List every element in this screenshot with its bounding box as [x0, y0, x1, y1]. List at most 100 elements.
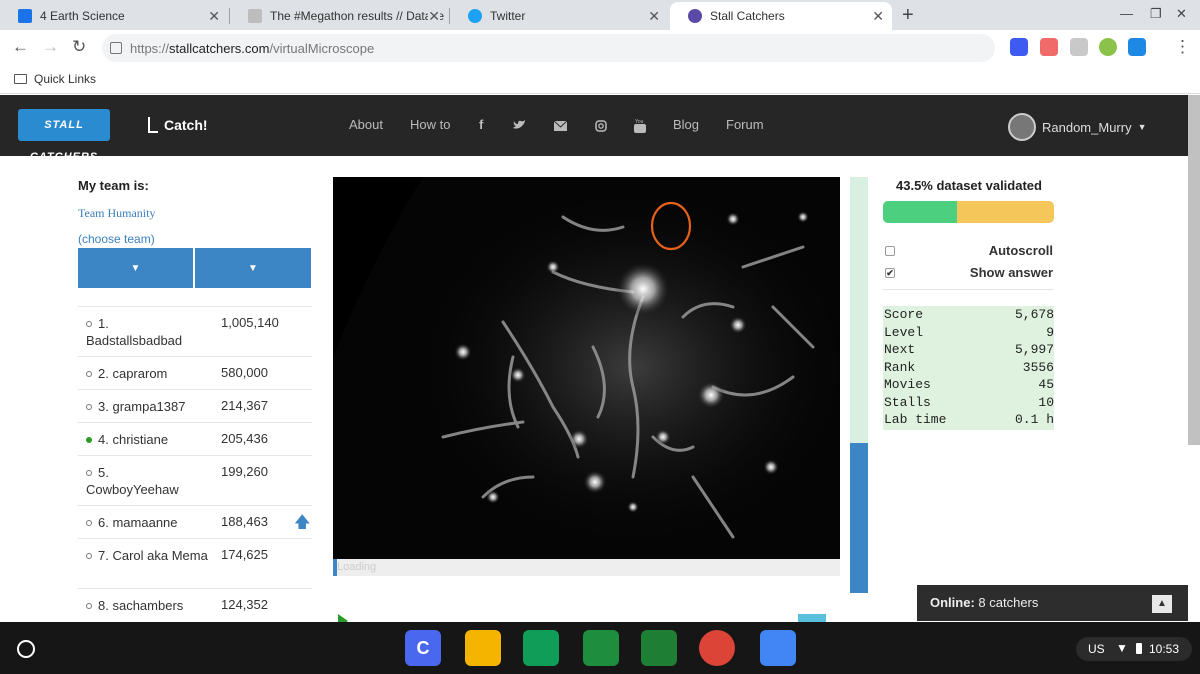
- slides-app-icon[interactable]: [465, 630, 501, 666]
- close-tab-icon[interactable]: ✕: [208, 8, 220, 25]
- instagram-icon[interactable]: [595, 120, 607, 132]
- docs-app-icon[interactable]: [760, 630, 796, 666]
- leaderboard-rank: 5.: [98, 465, 109, 480]
- validation-progress-fill: [883, 201, 958, 223]
- user-menu[interactable]: Random_Murry ▼: [1008, 113, 1147, 141]
- extension-icon[interactable]: [1128, 38, 1146, 56]
- leaderboard-row: 6. mamaanne 188,463 🡅: [78, 505, 312, 538]
- tab-twitter[interactable]: Twitter ✕: [450, 2, 668, 30]
- stat-row: Next 5,997: [884, 342, 1054, 359]
- autoscroll-label: Autoscroll: [988, 243, 1053, 258]
- svg-text:You: You: [635, 119, 644, 125]
- stat-value: 0.1 h: [1014, 412, 1054, 427]
- leaderboard-dropdown-1[interactable]: ▼: [78, 248, 193, 288]
- site-navbar: STALL CATCHERS Catch! About How to f You…: [0, 95, 1200, 163]
- chrome-app-icon[interactable]: [699, 630, 735, 666]
- menu-icon[interactable]: ⋮: [1174, 37, 1191, 57]
- tab-megathon[interactable]: The #Megathon results // Datase ✕: [230, 2, 448, 30]
- leaderboard-score: 580,000: [221, 365, 268, 380]
- team-name-link[interactable]: Team Humanity: [78, 206, 155, 221]
- extension-icon[interactable]: [1040, 38, 1058, 56]
- online-count: 8 catchers: [978, 595, 1039, 610]
- stall-catchers-logo[interactable]: STALL CATCHERS: [18, 109, 110, 163]
- nav-how-to[interactable]: How to: [410, 117, 450, 132]
- stat-row: Level 9: [884, 325, 1054, 342]
- reload-icon[interactable]: ↻: [72, 37, 86, 57]
- online-indicator: Online: 8 catchers ▲: [917, 585, 1188, 621]
- catch-link[interactable]: Catch!: [148, 117, 208, 133]
- bookmark-quick-links[interactable]: Quick Links: [34, 72, 96, 86]
- tab-stall-catchers[interactable]: Stall Catchers ✕: [670, 2, 892, 30]
- twitter-icon[interactable]: [513, 120, 526, 130]
- extension-icon[interactable]: [1099, 38, 1117, 56]
- leaderboard-rank: 7.: [98, 548, 109, 563]
- caret-down-icon: ▼: [1137, 122, 1147, 132]
- nav-blog[interactable]: Blog: [673, 117, 699, 132]
- stat-key: Next: [884, 342, 916, 357]
- depth-slider[interactable]: [850, 177, 868, 593]
- leaderboard-dropdown-2[interactable]: ▼: [195, 248, 311, 288]
- forward-icon[interactable]: →: [42, 37, 59, 57]
- bullet-icon: [86, 371, 92, 377]
- expand-chat-button[interactable]: ▲: [1152, 595, 1172, 613]
- autoscroll-option[interactable]: Autoscroll: [883, 243, 1054, 261]
- youtube-icon[interactable]: You: [634, 119, 646, 133]
- facebook-icon[interactable]: f: [479, 117, 483, 132]
- caret-down-icon: ▼: [248, 262, 258, 274]
- autoscroll-checkbox[interactable]: [885, 246, 895, 256]
- folder-icon: [14, 74, 27, 84]
- os-shelf: C US ▼ 10:53: [0, 622, 1200, 674]
- current-user-bullet-icon: [86, 437, 92, 443]
- battery-icon: [1136, 643, 1142, 654]
- leaderboard-rank: 1.: [98, 316, 109, 331]
- address-bar[interactable]: https://stallcatchers.com/virtualMicrosc…: [102, 34, 995, 62]
- stat-row: Score 5,678: [884, 307, 1054, 324]
- show-answer-checkbox[interactable]: ✔: [885, 268, 895, 278]
- stat-key: Lab time: [884, 412, 947, 427]
- page-scrollbar[interactable]: [1188, 95, 1200, 445]
- status-tray[interactable]: US ▼ 10:53: [1076, 637, 1192, 661]
- avatar: [1008, 113, 1036, 141]
- back-icon[interactable]: ←: [12, 37, 29, 57]
- wifi-icon: ▼: [1116, 641, 1128, 655]
- drive-app-icon[interactable]: [583, 630, 619, 666]
- stat-key: Level: [884, 324, 924, 340]
- bullet-icon: [86, 603, 92, 609]
- nav-forum[interactable]: Forum: [726, 117, 764, 132]
- sheets-app-icon[interactable]: [523, 630, 559, 666]
- page-info-icon[interactable]: [110, 42, 122, 54]
- close-tab-icon[interactable]: ✕: [428, 8, 440, 25]
- close-tab-icon[interactable]: ✕: [872, 8, 884, 25]
- leaderboard-name: CowboyYeehaw: [86, 482, 179, 497]
- leaderboard-score: 199,260: [221, 464, 268, 479]
- mail-icon[interactable]: [554, 121, 567, 131]
- tab-earth-science[interactable]: 4 Earth Science ✕: [0, 2, 228, 30]
- extension-icon[interactable]: [1010, 38, 1028, 56]
- choose-team-link[interactable]: (choose team): [78, 232, 155, 246]
- canva-app-icon[interactable]: C: [405, 630, 441, 666]
- url-scheme: https://: [130, 40, 170, 56]
- tab-title: Twitter: [490, 9, 526, 23]
- validation-label: 43.5% dataset validated: [896, 178, 1042, 193]
- bullet-icon: [86, 553, 92, 559]
- new-tab-button[interactable]: +: [902, 4, 914, 27]
- leaderboard-row: 3. grampa1387 214,367: [78, 389, 312, 422]
- stat-value: 3556: [1022, 359, 1054, 375]
- depth-slider-fill: [850, 443, 868, 593]
- extension-icon[interactable]: [1070, 38, 1088, 56]
- leaderboard-row: 1. Badstallsbadbad 1,005,140: [78, 306, 312, 356]
- minimize-icon[interactable]: —: [1120, 6, 1133, 21]
- close-tab-icon[interactable]: ✕: [648, 8, 660, 25]
- classroom-app-icon[interactable]: [641, 630, 677, 666]
- leaderboard-row: 2. caprarom 580,000: [78, 356, 312, 389]
- microscope-viewer[interactable]: [333, 177, 840, 559]
- nav-about[interactable]: About: [349, 117, 383, 132]
- tab-title: Stall Catchers: [710, 9, 785, 23]
- launcher-icon[interactable]: [17, 640, 35, 658]
- leaderboard-name: caprarom: [112, 366, 168, 381]
- close-window-icon[interactable]: ✕: [1176, 6, 1187, 22]
- tab-title: The #Megathon results // Datase: [270, 9, 445, 23]
- show-answer-option[interactable]: ✔ Show answer: [883, 265, 1054, 283]
- leaderboard-rank: 2.: [98, 366, 109, 381]
- restore-icon[interactable]: ❐: [1150, 6, 1162, 22]
